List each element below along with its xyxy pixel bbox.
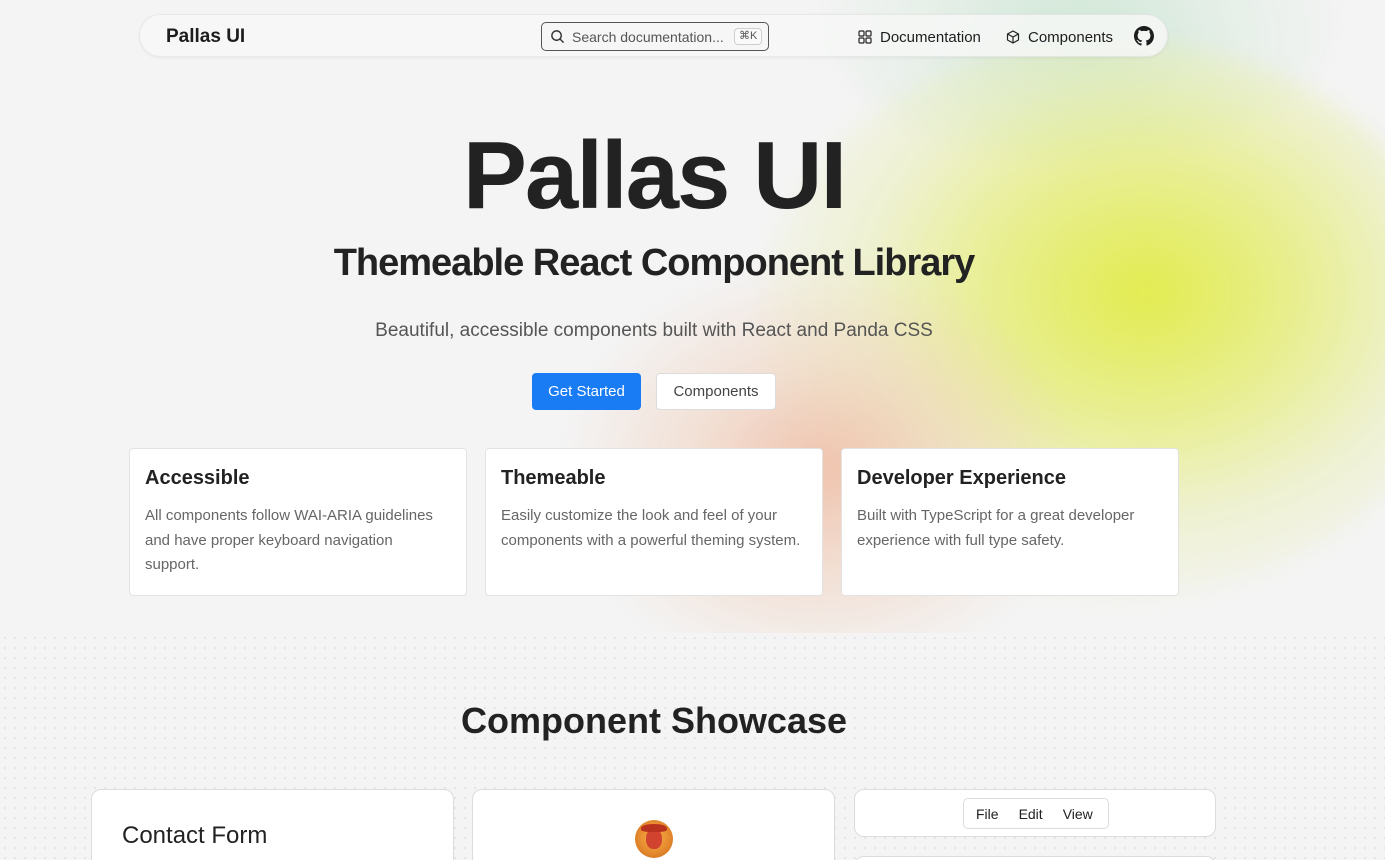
avatar-card	[472, 789, 835, 860]
feature-card-accessible: Accessible All components follow WAI-ARI…	[129, 448, 467, 596]
nav-link-components[interactable]: Components	[1006, 27, 1113, 47]
components-button[interactable]: Components	[656, 373, 776, 410]
feature-body: Built with TypeScript for a great develo…	[857, 507, 1135, 549]
menu-file[interactable]: File	[966, 806, 1009, 822]
brand-logo[interactable]: Pallas UI	[166, 26, 245, 48]
menubar-card: File Edit View	[854, 789, 1216, 837]
grid-icon	[858, 30, 872, 44]
avatar[interactable]	[635, 820, 673, 858]
github-icon[interactable]	[1134, 26, 1154, 46]
menu-view[interactable]: View	[1053, 806, 1103, 822]
nav-link-label: Documentation	[880, 28, 981, 46]
feature-title: Themeable	[501, 467, 606, 489]
feature-title: Developer Experience	[857, 467, 1066, 489]
showcase-card	[854, 856, 1216, 860]
menu-edit[interactable]: Edit	[1009, 806, 1053, 822]
get-started-button[interactable]: Get Started	[532, 373, 641, 410]
search-shortcut-badge: ⌘K	[734, 28, 763, 45]
menubar: File Edit View	[963, 798, 1109, 829]
feature-title: Accessible	[145, 467, 250, 489]
search-input[interactable]: Search documentation... ⌘K	[541, 22, 769, 51]
contact-form-card: Contact Form	[91, 789, 454, 860]
feature-card-themeable: Themeable Easily customize the look and …	[485, 448, 823, 596]
hero-title: Pallas UI	[462, 122, 847, 229]
box-icon	[1006, 30, 1020, 44]
top-navbar: Pallas UI Search documentation... ⌘K Doc…	[139, 14, 1168, 57]
hero-description: Beautiful, accessible components built w…	[375, 320, 933, 341]
showcase-title: Component Showcase	[460, 700, 848, 741]
avatar-hat	[641, 824, 667, 832]
search-icon	[551, 30, 565, 44]
hero-subtitle: Themeable React Component Library	[333, 242, 976, 284]
avatar-face	[646, 829, 662, 849]
feature-body: Easily customize the look and feel of yo…	[501, 507, 801, 549]
nav-link-documentation[interactable]: Documentation	[858, 27, 981, 47]
contact-form-title: Contact Form	[122, 822, 268, 849]
feature-body: All components follow WAI-ARIA guideline…	[145, 507, 433, 573]
feature-card-developer-experience: Developer Experience Built with TypeScri…	[841, 448, 1179, 596]
nav-link-label: Components	[1028, 28, 1114, 46]
search-placeholder: Search documentation...	[572, 29, 724, 45]
